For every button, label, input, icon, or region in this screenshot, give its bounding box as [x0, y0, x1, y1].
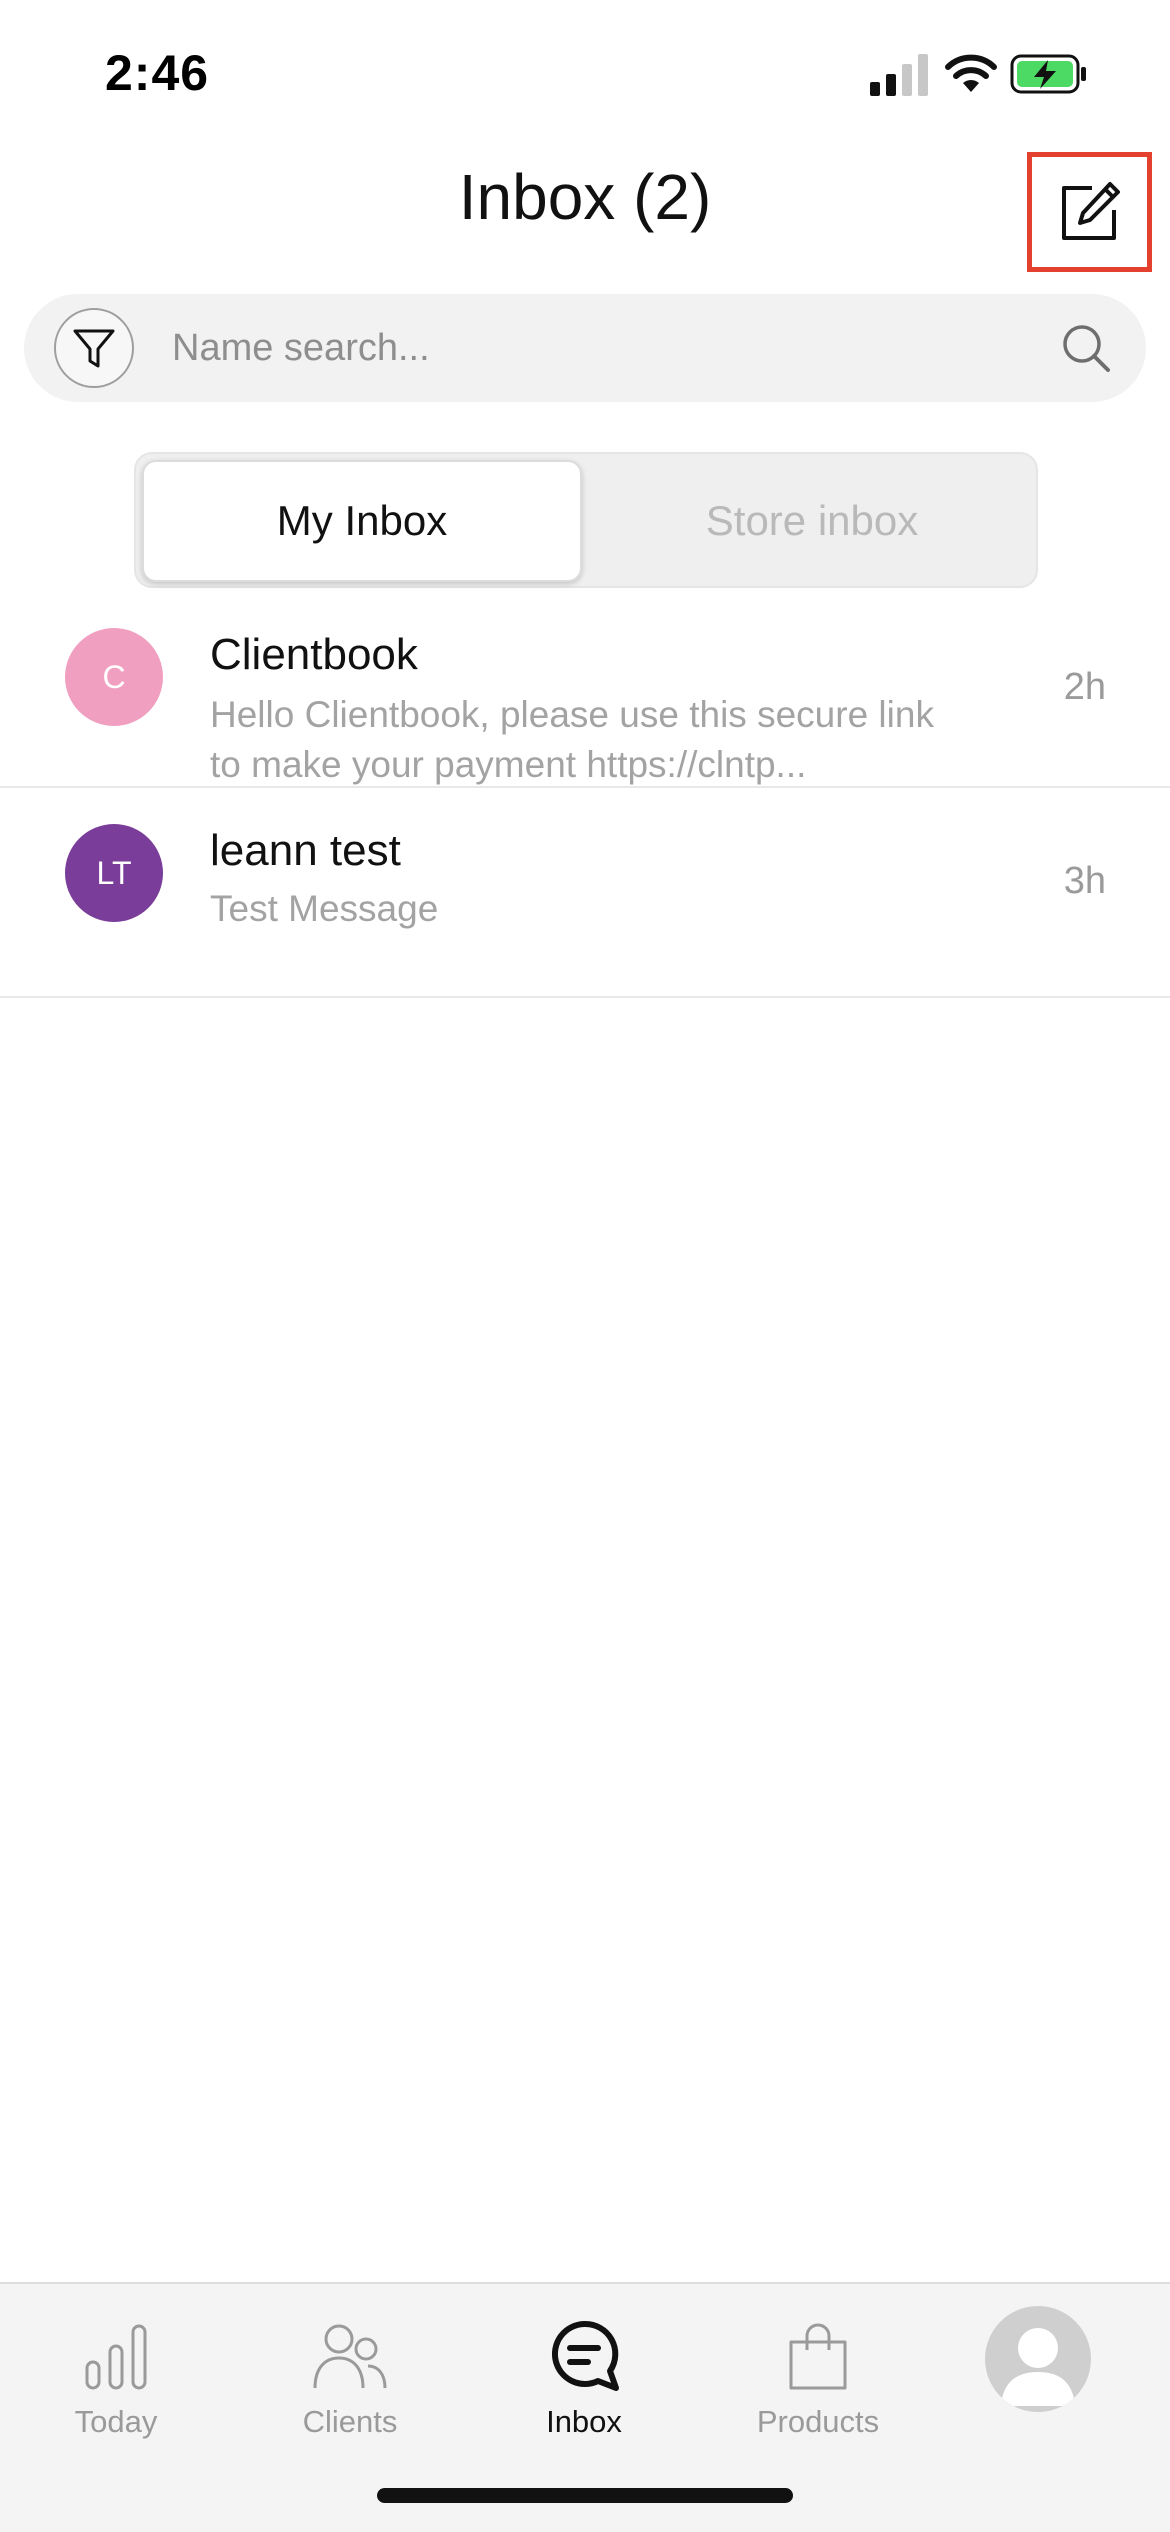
- tab-my-inbox[interactable]: My Inbox: [142, 460, 582, 582]
- conversation-time: 3h: [1063, 860, 1106, 902]
- filter-button[interactable]: [54, 308, 134, 388]
- status-icons: [870, 46, 1170, 106]
- inbox-segmented-control: My Inbox Store inbox: [134, 452, 1038, 588]
- bar-chart-icon: [85, 2324, 147, 2390]
- home-indicator: [377, 2488, 793, 2503]
- compose-button[interactable]: [1027, 152, 1152, 272]
- conversation-name: leann test: [210, 826, 401, 875]
- screen: 2:46 Inbox (2) Name search... My Inbox S…: [0, 0, 1170, 2532]
- tab-clients[interactable]: Clients: [260, 2302, 440, 2452]
- chat-bubble-icon: [552, 2320, 619, 2391]
- avatar: C: [65, 628, 163, 726]
- people-icon: [313, 2324, 387, 2389]
- tab-store-inbox[interactable]: Store inbox: [592, 460, 1032, 582]
- search-bar: [24, 294, 1146, 402]
- tab-inbox[interactable]: Inbox: [494, 2302, 674, 2452]
- tab-today-label: Today: [74, 2404, 158, 2439]
- search-input[interactable]: [172, 314, 1022, 382]
- tab-products[interactable]: Products: [728, 2302, 908, 2452]
- avatar: LT: [65, 824, 163, 922]
- user-silhouette-icon: [1001, 2328, 1075, 2406]
- profile-avatar[interactable]: [985, 2306, 1091, 2412]
- conversation-preview: Hello Clientbook, please use this secure…: [210, 694, 934, 785]
- conversation-name: Clientbook: [210, 630, 418, 679]
- tab-clients-label: Clients: [302, 2404, 398, 2439]
- wifi-icon: [945, 54, 997, 92]
- conversation-time: 2h: [1063, 666, 1106, 708]
- conversation-list: C Clientbook Hello Clientbook, please us…: [0, 610, 1170, 998]
- page-title: Inbox (2): [458, 161, 712, 233]
- filter-icon: [73, 329, 115, 368]
- conversation-row[interactable]: C Clientbook Hello Clientbook, please us…: [0, 610, 1170, 788]
- tab-today[interactable]: Today: [26, 2302, 206, 2452]
- tab-products-label: Products: [756, 2404, 880, 2439]
- status-time: 2:46: [105, 45, 210, 101]
- compose-icon: [1061, 182, 1120, 240]
- cellular-signal-icon: [870, 54, 928, 96]
- shopping-bag-icon: [789, 2323, 847, 2390]
- conversation-row[interactable]: LT leann test Test Message 3h: [0, 788, 1170, 998]
- conversation-preview: Test Message: [210, 888, 439, 929]
- battery-charging-icon: [1010, 54, 1086, 94]
- tab-inbox-label: Inbox: [546, 2404, 622, 2439]
- search-icon[interactable]: [1060, 322, 1112, 374]
